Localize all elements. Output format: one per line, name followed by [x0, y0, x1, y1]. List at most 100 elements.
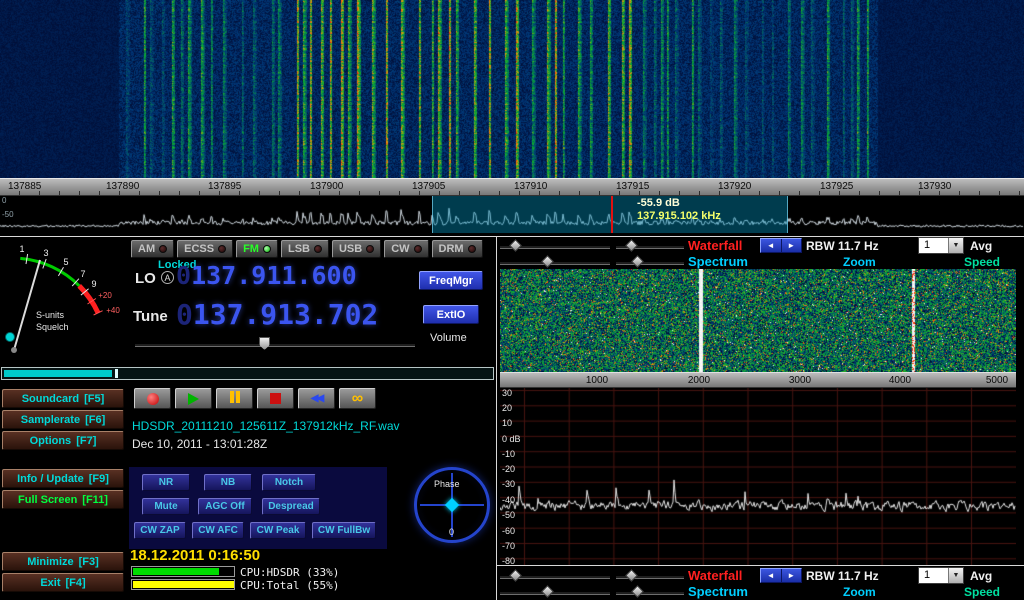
spectrum-toggle-label-2[interactable]: Spectrum: [688, 584, 748, 599]
audio-spectrum-display[interactable]: [500, 388, 1016, 565]
af-gain-slider[interactable]: [1, 367, 494, 380]
audio-frequency-scale[interactable]: 1000 2000 3000 4000 5000: [500, 372, 1016, 388]
contrast-slider-2-handle[interactable]: [625, 569, 638, 582]
cw-zap-button[interactable]: CW ZAP: [134, 522, 186, 539]
mode-led: [218, 245, 226, 253]
despread-button[interactable]: Despread: [262, 498, 320, 515]
button-key: [F5]: [84, 393, 104, 405]
db-scale-label: -10: [502, 449, 515, 459]
db-scale-label: -60: [502, 526, 515, 536]
zoom-select[interactable]: 1 ▼: [918, 237, 964, 254]
audio-waterfall-display[interactable]: [500, 269, 1016, 372]
contrast-slider-handle[interactable]: [625, 239, 638, 252]
exit-button[interactable]: Exit[F4]: [2, 573, 124, 592]
button-label: Minimize: [27, 556, 73, 568]
tune-frequency-display[interactable]: 0137.913.702: [176, 298, 378, 331]
mode-drm-button[interactable]: DRM: [432, 240, 483, 258]
avg-slider-handle[interactable]: [631, 255, 644, 268]
zoom-select-value: 1: [924, 569, 930, 581]
mode-am-button[interactable]: AM: [131, 240, 174, 258]
extio-button[interactable]: ExtIO: [423, 305, 479, 324]
zoom-select-2[interactable]: 1 ▼: [918, 567, 964, 584]
s-meter-scale-label: +40: [106, 306, 120, 315]
mode-label: DRM: [439, 243, 464, 255]
soundcard-button[interactable]: Soundcard[F5]: [2, 389, 124, 408]
loop-button[interactable]: ∞: [339, 388, 376, 409]
options-button[interactable]: Options[F7]: [2, 431, 124, 450]
s-meter-scale-label: 7: [80, 269, 85, 279]
rewind-button[interactable]: ◀◀: [298, 388, 335, 409]
button-label: Full Screen: [18, 494, 77, 506]
pause-icon: [229, 390, 241, 408]
band-arrows[interactable]: ◄►: [760, 238, 802, 253]
button-key: [F7]: [76, 435, 96, 447]
lo-a-badge-icon[interactable]: A: [161, 271, 174, 284]
waterfall-toggle-label[interactable]: Waterfall: [688, 238, 742, 253]
s-units-label: S-units: [36, 310, 65, 320]
chevron-down-icon[interactable]: ▼: [948, 238, 963, 253]
mode-ecss-button[interactable]: ECSS: [177, 240, 233, 258]
notch-button[interactable]: Notch: [262, 474, 316, 491]
mode-cw-button[interactable]: CW: [384, 240, 428, 258]
db-scale-label: -20: [502, 464, 515, 474]
db-scale-label: -40: [502, 495, 515, 505]
button-key: [F9]: [89, 473, 109, 485]
volume-slider[interactable]: [135, 343, 415, 347]
volume-slider-handle[interactable]: [259, 337, 270, 350]
mode-usb-button[interactable]: USB: [332, 240, 381, 258]
speed-slider-2[interactable]: [500, 591, 610, 595]
zoom-label: Zoom: [843, 255, 876, 269]
spectrum-toggle-label[interactable]: Spectrum: [688, 254, 748, 269]
right-arrow-icon[interactable]: ►: [782, 569, 802, 582]
samplerate-button[interactable]: Samplerate[F6]: [2, 410, 124, 429]
brightness-slider-handle[interactable]: [509, 239, 522, 252]
cw-peak-button[interactable]: CW Peak: [250, 522, 306, 539]
record-icon: [147, 393, 159, 405]
left-arrow-icon[interactable]: ◄: [761, 239, 782, 252]
chevron-down-icon[interactable]: ▼: [948, 568, 963, 583]
db-scale-label: 10: [502, 418, 512, 428]
s-meter-green-arc: [20, 258, 79, 285]
waterfall-toggle-label-2[interactable]: Waterfall: [688, 568, 742, 583]
freqmgr-button[interactable]: FreqMgr: [419, 271, 483, 290]
brightness-slider-2-handle[interactable]: [509, 569, 522, 582]
loop-icon: ∞: [352, 391, 363, 407]
main-frequency-scale[interactable]: 137885 137890 137895 137900 137905 13791…: [0, 178, 1024, 196]
play-button[interactable]: [175, 388, 212, 409]
cw-fullbw-button[interactable]: CW FullBw: [312, 522, 376, 539]
panel-vertical-divider: [496, 236, 497, 600]
agc-button[interactable]: AGC Off: [198, 498, 252, 515]
speed-label-2: Speed: [964, 585, 1000, 599]
pause-button[interactable]: [216, 388, 253, 409]
speed-slider-handle[interactable]: [541, 255, 554, 268]
nb-button[interactable]: NB: [204, 474, 252, 491]
af-gain-handle[interactable]: [115, 369, 118, 378]
stop-button[interactable]: [257, 388, 294, 409]
band-arrows-2[interactable]: ◄►: [760, 568, 802, 583]
main-waterfall-display[interactable]: [0, 0, 1024, 178]
mute-button[interactable]: Mute: [142, 498, 190, 515]
s-meter-needle: [14, 260, 40, 350]
mode-fm-button[interactable]: FM: [236, 240, 278, 258]
local-datetime: 18.12.2011 0:16:50: [130, 547, 260, 564]
speed-slider-2-handle[interactable]: [541, 585, 554, 598]
nr-button[interactable]: NR: [142, 474, 190, 491]
lo-frequency-display[interactable]: 0137.911.600: [176, 261, 357, 290]
main-spectrum-strip[interactable]: 0 -50 -55.9 dB 137.915.102 kHz: [0, 196, 1024, 233]
right-arrow-icon[interactable]: ►: [782, 239, 802, 252]
minimize-button[interactable]: Minimize[F3]: [2, 552, 124, 571]
tune-marker[interactable]: [611, 196, 613, 233]
fullscreen-button[interactable]: Full Screen[F11]: [2, 490, 124, 509]
speed-slider[interactable]: [500, 261, 610, 265]
af-gain-fill: [4, 370, 112, 377]
cw-afc-button[interactable]: CW AFC: [192, 522, 244, 539]
passband-overlay[interactable]: [432, 196, 788, 233]
avg-slider-2[interactable]: [616, 591, 684, 595]
record-button[interactable]: [134, 388, 171, 409]
info-update-button[interactable]: Info / Update[F9]: [2, 469, 124, 488]
mode-lsb-button[interactable]: LSB: [281, 240, 329, 258]
left-arrow-icon[interactable]: ◄: [761, 569, 782, 582]
squelch-handle[interactable]: [6, 333, 15, 342]
avg-slider[interactable]: [616, 261, 684, 265]
avg-slider-2-handle[interactable]: [631, 585, 644, 598]
